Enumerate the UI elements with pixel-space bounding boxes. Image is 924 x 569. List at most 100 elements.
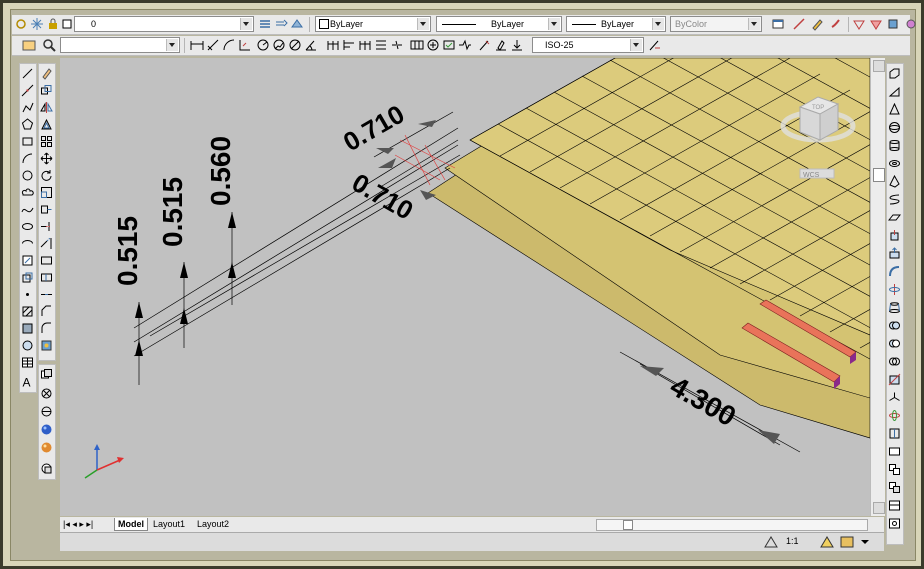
layer-match-icon[interactable]: [290, 17, 304, 31]
quick-dim-icon[interactable]: [326, 38, 340, 52]
3d-move-icon[interactable]: [888, 391, 901, 404]
3d-rotate-icon[interactable]: [888, 409, 901, 422]
array-icon[interactable]: [40, 135, 53, 148]
planar-surface-icon[interactable]: [888, 211, 901, 224]
view-icon[interactable]: [886, 17, 900, 31]
scroll-down-button[interactable]: [873, 502, 885, 514]
render-window-icon[interactable]: [40, 462, 53, 475]
arc-icon[interactable]: [21, 152, 34, 165]
flatshot-icon[interactable]: [888, 445, 901, 458]
ellipse-icon[interactable]: [21, 220, 34, 233]
revolve-icon[interactable]: [888, 283, 901, 296]
break-icon[interactable]: [40, 271, 53, 284]
subtract-icon[interactable]: [888, 337, 901, 350]
layer-color-icon[interactable]: [60, 17, 74, 31]
workspace-switch-icon[interactable]: [840, 536, 854, 548]
scale-icon[interactable]: [40, 186, 53, 199]
annotation-scale[interactable]: 1:1: [786, 536, 799, 546]
horizontal-scrollbar[interactable]: [596, 519, 868, 531]
trim-icon[interactable]: [40, 220, 53, 233]
annotation-icon[interactable]: [764, 536, 778, 548]
slice-icon[interactable]: [888, 373, 901, 386]
cylinder-icon[interactable]: [888, 139, 901, 152]
circle-icon[interactable]: [21, 169, 34, 182]
dim-break-icon[interactable]: [390, 38, 404, 52]
hscroll-thumb[interactable]: [623, 520, 633, 530]
dim-edit-icon[interactable]: [478, 38, 492, 52]
scroll-up-button[interactable]: [873, 60, 885, 72]
ordinate-icon[interactable]: [238, 38, 252, 52]
sweep-icon[interactable]: [888, 265, 901, 278]
region-icon[interactable]: [21, 339, 34, 352]
aligned-dim-icon[interactable]: [206, 38, 220, 52]
freeze-icon[interactable]: [30, 17, 44, 31]
drawing-canvas[interactable]: 0.515 0.515 0.560 0.710 0.710 4.300 TOP …: [60, 58, 870, 516]
render-sphere-icon[interactable]: [40, 441, 53, 454]
layer-combo[interactable]: 0: [74, 16, 254, 32]
polygon-icon[interactable]: [21, 118, 34, 131]
move-icon[interactable]: [40, 152, 53, 165]
lock-icon[interactable]: [46, 17, 60, 31]
table-icon[interactable]: [21, 356, 34, 369]
tab-layout2[interactable]: Layout2: [194, 518, 232, 530]
pen-icon[interactable]: [810, 17, 824, 31]
brush-icon[interactable]: [828, 17, 842, 31]
dim-update-icon[interactable]: [510, 38, 524, 52]
union-icon[interactable]: [888, 319, 901, 332]
light-icon[interactable]: [40, 387, 53, 400]
linetype-combo[interactable]: ByLayer: [436, 16, 562, 32]
tab-model[interactable]: Model: [114, 518, 148, 531]
layout-detail-icon[interactable]: [888, 517, 901, 530]
measure-icon[interactable]: [792, 17, 806, 31]
erase-icon[interactable]: [40, 67, 53, 80]
mtext-icon[interactable]: A: [21, 375, 34, 389]
tab-nav-arrows[interactable]: |◂ ◂ ▸ ▸|: [63, 519, 93, 530]
break-at-point-icon[interactable]: [40, 254, 53, 267]
make-current-icon[interactable]: [258, 17, 272, 31]
loft-icon[interactable]: [888, 301, 901, 314]
named-view-combo[interactable]: [60, 37, 180, 53]
gradient-icon[interactable]: [21, 322, 34, 335]
torus-icon[interactable]: [888, 157, 901, 170]
jogged-linear-icon[interactable]: [458, 38, 472, 52]
lineweight-combo[interactable]: ByLayer: [566, 16, 666, 32]
point-icon[interactable]: [21, 288, 34, 301]
layout-section-icon[interactable]: [888, 499, 901, 512]
wedge-icon[interactable]: [888, 85, 901, 98]
pyramid-icon[interactable]: [888, 175, 901, 188]
status-menu-icon[interactable]: [860, 536, 870, 548]
construction-line-icon[interactable]: [21, 84, 34, 97]
center-mark-icon[interactable]: [426, 38, 440, 52]
offset-icon[interactable]: [40, 118, 53, 131]
scroll-thumb[interactable]: [873, 168, 885, 182]
explode-icon[interactable]: [40, 339, 53, 352]
tab-layout1[interactable]: Layout1: [150, 518, 188, 530]
revcloud-icon[interactable]: [21, 186, 34, 199]
workspace-icon[interactable]: [22, 38, 36, 52]
sphere-solid-icon[interactable]: [888, 121, 901, 134]
wcs-label[interactable]: WCS: [803, 172, 820, 179]
layer-previous-icon[interactable]: [274, 17, 288, 31]
linear-dim-icon[interactable]: [190, 38, 204, 52]
join-icon[interactable]: [40, 288, 53, 301]
cone-icon[interactable]: [888, 103, 901, 116]
angular-icon[interactable]: [304, 38, 318, 52]
layer-state-icon[interactable]: [14, 17, 28, 31]
inspect-icon[interactable]: [442, 38, 456, 52]
rectangle-icon[interactable]: [21, 135, 34, 148]
ellipse-arc-icon[interactable]: [21, 237, 34, 250]
helix-icon[interactable]: [888, 193, 901, 206]
color-combo[interactable]: ByLayer: [315, 16, 431, 32]
continue-icon[interactable]: [358, 38, 372, 52]
section-plane-icon[interactable]: [888, 463, 901, 476]
shade-icon[interactable]: [852, 17, 866, 31]
tolerance-icon[interactable]: [410, 38, 424, 52]
sphere-icon[interactable]: [40, 423, 53, 436]
extrude-icon[interactable]: [888, 229, 901, 242]
presspull-icon[interactable]: [888, 247, 901, 260]
radius-icon[interactable]: [256, 38, 270, 52]
vertical-scrollbar[interactable]: [870, 58, 885, 516]
render-icon[interactable]: [904, 17, 918, 31]
dim-text-edit-icon[interactable]: [494, 38, 508, 52]
diameter-icon[interactable]: [288, 38, 302, 52]
